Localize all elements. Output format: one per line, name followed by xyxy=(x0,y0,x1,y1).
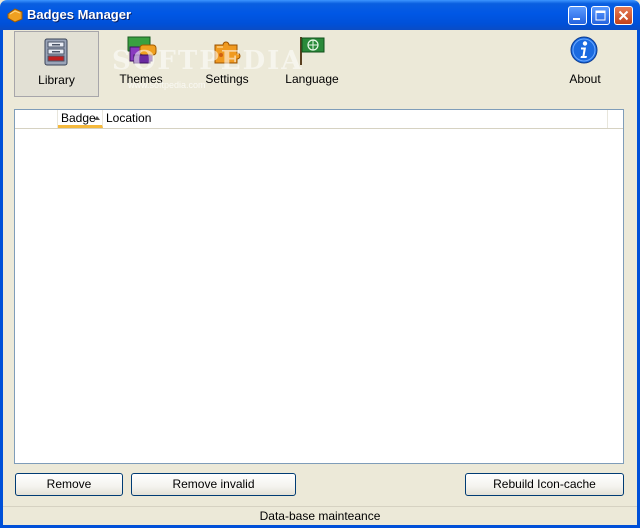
library-icon xyxy=(44,38,68,66)
softpedia-watermark-url: www.softpedia.com xyxy=(128,80,206,90)
column-header-location[interactable]: Location xyxy=(103,110,608,128)
about-info-icon xyxy=(570,36,598,64)
status-bar: Data-base mainteance xyxy=(3,506,637,525)
toolbar-about-label: About xyxy=(569,72,601,86)
toolbar-library-label: Library xyxy=(38,73,75,87)
app-badge-icon xyxy=(7,8,23,23)
toolbar-about[interactable]: About xyxy=(546,31,624,97)
badges-list-view[interactable]: Badge Location xyxy=(14,109,624,464)
maximize-button[interactable] xyxy=(591,6,610,25)
close-button[interactable] xyxy=(614,6,633,25)
title-bar[interactable]: Badges Manager xyxy=(0,0,640,30)
rebuild-icon-cache-button[interactable]: Rebuild Icon-cache xyxy=(465,473,624,496)
softpedia-watermark: SOFTPEDIA xyxy=(112,46,304,76)
remove-button[interactable]: Remove xyxy=(15,473,123,496)
column-header-blank[interactable] xyxy=(15,110,58,128)
window-title: Badges Manager xyxy=(27,7,132,22)
minimize-button[interactable] xyxy=(568,6,587,25)
close-icon xyxy=(618,10,629,21)
minimize-icon xyxy=(573,18,580,20)
toolbar-library[interactable]: Library xyxy=(14,31,99,97)
sort-ascending-icon xyxy=(94,116,100,120)
remove-invalid-button[interactable]: Remove invalid xyxy=(131,473,296,496)
maximize-icon xyxy=(595,10,606,21)
list-header: Badge Location xyxy=(15,110,623,129)
